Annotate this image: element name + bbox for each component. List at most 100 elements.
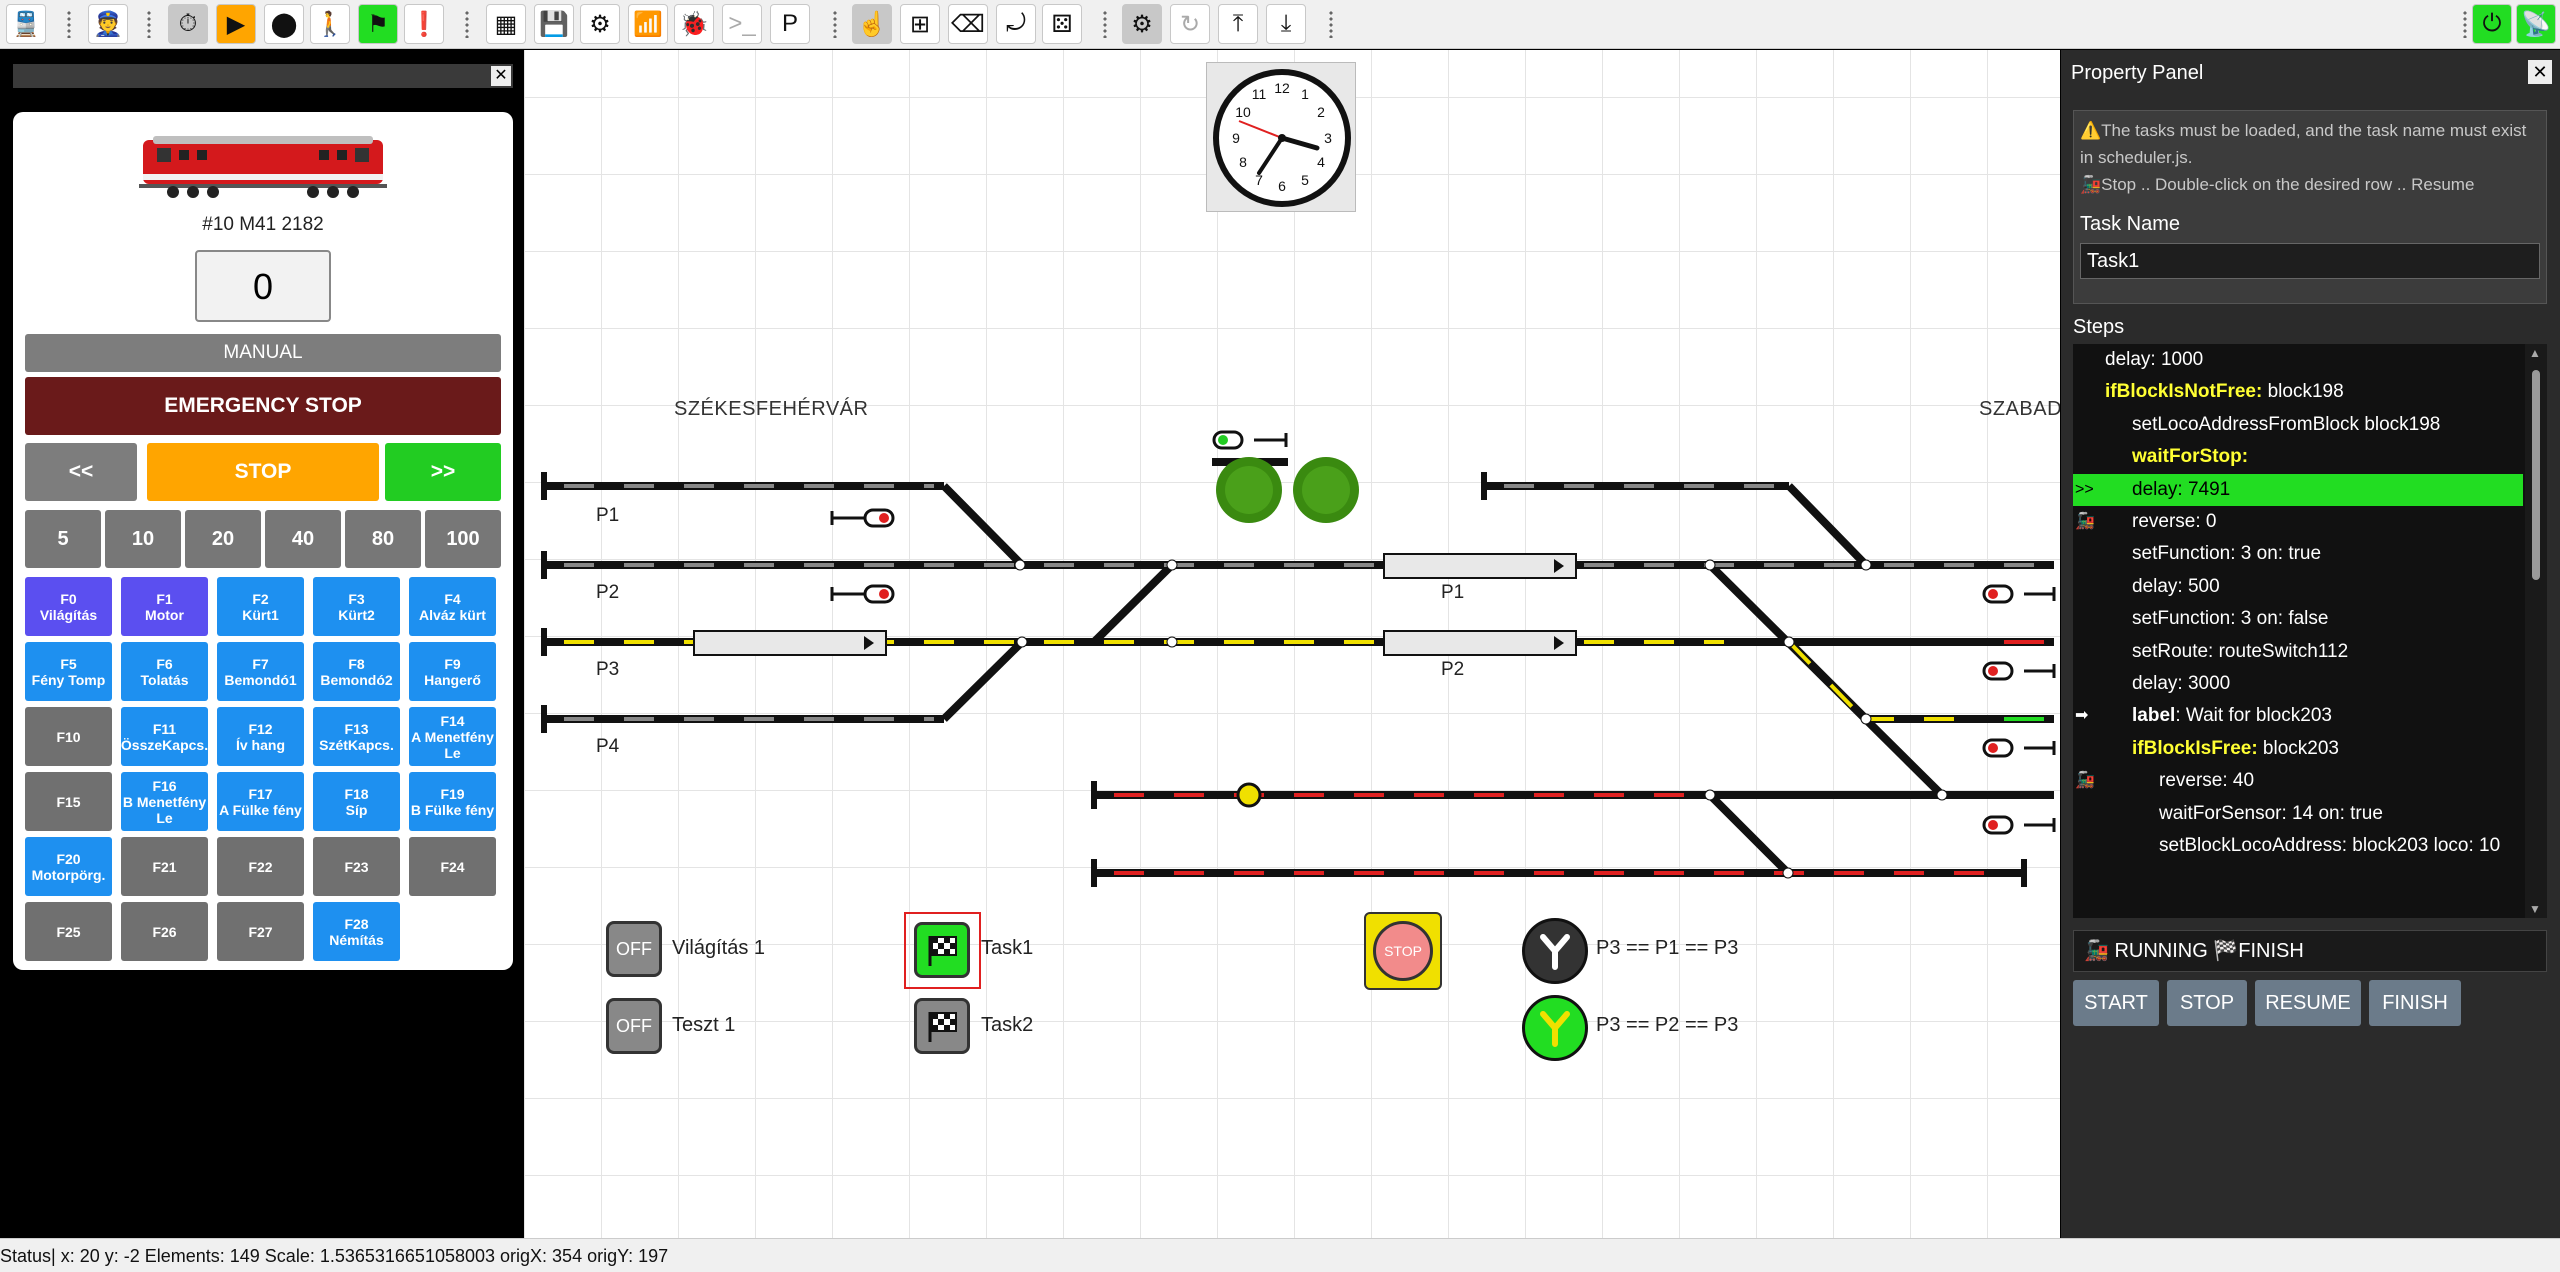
speed-step-button[interactable]: 80 bbox=[345, 510, 421, 568]
record-icon[interactable]: ⬤ bbox=[264, 4, 304, 44]
function-button-f9[interactable]: F9 Hangerő bbox=[409, 642, 496, 701]
steps-list[interactable]: delay: 1000 ifBlockIsNotFree: block198 set… bbox=[2073, 344, 2547, 918]
rotate-element-icon[interactable]: ⤾ bbox=[996, 4, 1036, 44]
save-icon[interactable]: 💾 bbox=[534, 4, 574, 44]
scroll-down-icon[interactable]: ▼ bbox=[2529, 902, 2541, 916]
layout-canvas[interactable]: 12 1 2 345 678 9 10 11 SZÉKESFEHÉRVÁR SZABAD bbox=[524, 50, 2060, 1238]
forward-button[interactable]: >> bbox=[385, 443, 501, 501]
function-button-f21[interactable]: F21 bbox=[121, 837, 208, 896]
play-icon[interactable]: ▶ bbox=[216, 4, 256, 44]
close-icon[interactable]: ✕ bbox=[491, 66, 511, 86]
speed-step-button[interactable]: 40 bbox=[265, 510, 341, 568]
qr-icon[interactable]: ▦ bbox=[486, 4, 526, 44]
download-icon[interactable]: ⤓ bbox=[1266, 4, 1306, 44]
speed-step-button[interactable]: 100 bbox=[425, 510, 501, 568]
step-row[interactable]: setFunction: 3 on: true bbox=[2073, 538, 2523, 570]
walk-icon[interactable]: 🚶 bbox=[310, 4, 350, 44]
task2-button[interactable] bbox=[914, 998, 970, 1054]
function-button-f26[interactable]: F26 bbox=[121, 902, 208, 961]
start-button[interactable]: START bbox=[2073, 980, 2159, 1026]
alert-icon[interactable]: ❗ bbox=[404, 4, 444, 44]
stop-task-button[interactable]: STOP bbox=[2167, 980, 2247, 1026]
driver-icon[interactable]: 👮 bbox=[88, 4, 128, 44]
step-row[interactable]: delay: 1000 bbox=[2073, 344, 2523, 376]
test-toggle-button[interactable]: OFF bbox=[606, 998, 662, 1054]
terminal-icon[interactable]: >_ bbox=[722, 4, 762, 44]
emergency-stop-widget[interactable]: STOP bbox=[1364, 912, 1442, 990]
function-button-f18[interactable]: F18 Síp bbox=[313, 772, 400, 831]
function-button-f15[interactable]: F15 bbox=[25, 772, 112, 831]
task-name-input[interactable]: Task1 bbox=[2080, 243, 2540, 279]
function-button-f10[interactable]: F10 bbox=[25, 707, 112, 766]
function-button-f0[interactable]: F0 Világítás bbox=[25, 577, 112, 636]
function-button-f4[interactable]: F4 Alváz kürt bbox=[409, 577, 496, 636]
loco-icon[interactable]: 🚆 bbox=[6, 4, 46, 44]
step-row[interactable]: ifBlockIsNotFree: block198 bbox=[2073, 376, 2523, 408]
step-row[interactable]: >> delay: 7491 bbox=[2073, 473, 2523, 506]
step-row[interactable]: setFunction: 3 on: false bbox=[2073, 603, 2523, 635]
function-button-f19[interactable]: F19 B Fülke fény bbox=[409, 772, 496, 831]
function-button-f6[interactable]: F6 Tolatás bbox=[121, 642, 208, 701]
track-layout[interactable] bbox=[524, 50, 2060, 1238]
router-icon[interactable]: 📶 bbox=[628, 4, 668, 44]
speed-step-button[interactable]: 10 bbox=[105, 510, 181, 568]
step-row[interactable]: delay: 3000 bbox=[2073, 668, 2523, 700]
dice-icon[interactable]: ⚄ bbox=[1042, 4, 1082, 44]
function-button-f24[interactable]: F24 bbox=[409, 837, 496, 896]
step-row[interactable]: setRoute: routeSwitch112 bbox=[2073, 636, 2523, 668]
refresh-icon[interactable]: ↻ bbox=[1170, 4, 1210, 44]
step-row[interactable]: 🚂 reverse: 0 bbox=[2073, 506, 2523, 538]
step-row[interactable]: setLocoAddressFromBlock block198 bbox=[2073, 409, 2523, 441]
close-icon[interactable]: ✕ bbox=[2528, 60, 2552, 84]
function-button-f5[interactable]: F5 Fény Tomp bbox=[25, 642, 112, 701]
step-row[interactable]: waitForSensor: 14 on: true bbox=[2073, 798, 2523, 830]
function-button-f22[interactable]: F22 bbox=[217, 837, 304, 896]
task1-button[interactable] bbox=[914, 922, 970, 978]
route1-button[interactable] bbox=[1522, 918, 1588, 984]
step-row[interactable]: setBlockLocoAddress: block203 loco: 10 bbox=[2073, 830, 2523, 862]
function-button-f25[interactable]: F25 bbox=[25, 902, 112, 961]
speed-step-button[interactable]: 20 bbox=[185, 510, 261, 568]
step-row[interactable]: ifBlockIsFree: block203 bbox=[2073, 733, 2523, 765]
power-icon[interactable]: ⏻ bbox=[2472, 4, 2512, 44]
function-button-f2[interactable]: F2 Kürt1 bbox=[217, 577, 304, 636]
function-button-f20[interactable]: F20 Motorpörg. bbox=[25, 837, 112, 896]
upload-icon[interactable]: ⤒ bbox=[1218, 4, 1258, 44]
step-row[interactable]: delay: 500 bbox=[2073, 571, 2523, 603]
light-toggle-button[interactable]: OFF bbox=[606, 921, 662, 977]
step-row[interactable]: ➡ label: Wait for block203 bbox=[2073, 700, 2523, 732]
function-button-f23[interactable]: F23 bbox=[313, 837, 400, 896]
function-button-f8[interactable]: F8 Bemondó2 bbox=[313, 642, 400, 701]
signal-icon[interactable]: 📡 bbox=[2516, 4, 2556, 44]
step-row[interactable]: waitForStop: bbox=[2073, 441, 2523, 473]
reverse-button[interactable]: << bbox=[25, 443, 137, 501]
parking-icon[interactable]: P bbox=[770, 4, 810, 44]
function-button-f17[interactable]: F17 A Fülke fény bbox=[217, 772, 304, 831]
function-button-f12[interactable]: F12 Ív hang bbox=[217, 707, 304, 766]
settings-icon[interactable]: ⚙ bbox=[1122, 4, 1162, 44]
layout-settings-icon[interactable]: ⚙ bbox=[580, 4, 620, 44]
clock-icon[interactable]: ⏱ bbox=[168, 4, 208, 44]
function-button-f28[interactable]: F28 Némítás bbox=[313, 902, 400, 961]
function-button-f3[interactable]: F3 Kürt2 bbox=[313, 577, 400, 636]
step-row[interactable]: 🚂 reverse: 40 bbox=[2073, 765, 2523, 797]
route2-button[interactable] bbox=[1522, 995, 1588, 1061]
steps-scrollbar[interactable]: ▲ ▼ bbox=[2525, 344, 2547, 918]
function-button-f14[interactable]: F14 A Menetfény Le bbox=[409, 707, 496, 766]
emergency-stop-button[interactable]: EMERGENCY STOP bbox=[25, 377, 501, 435]
function-button-f11[interactable]: F11 ÖsszeKapcs. bbox=[121, 707, 208, 766]
function-button-f27[interactable]: F27 bbox=[217, 902, 304, 961]
stop-button[interactable]: STOP bbox=[147, 443, 379, 501]
resume-button[interactable]: RESUME bbox=[2255, 980, 2361, 1026]
pointer-icon[interactable]: ☝ bbox=[852, 4, 892, 44]
finish-button[interactable]: FINISH bbox=[2369, 980, 2461, 1026]
add-element-icon[interactable]: ⊞ bbox=[900, 4, 940, 44]
scroll-up-icon[interactable]: ▲ bbox=[2529, 346, 2541, 360]
speed-step-button[interactable]: 5 bbox=[25, 510, 101, 568]
scroll-thumb[interactable] bbox=[2532, 370, 2540, 580]
function-button-f16[interactable]: F16 B Menetfény Le bbox=[121, 772, 208, 831]
bug-icon[interactable]: 🐞 bbox=[674, 4, 714, 44]
flag-icon[interactable]: ⚑ bbox=[358, 4, 398, 44]
eraser-icon[interactable]: ⌫ bbox=[948, 4, 988, 44]
manual-mode-button[interactable]: MANUAL bbox=[25, 334, 501, 372]
